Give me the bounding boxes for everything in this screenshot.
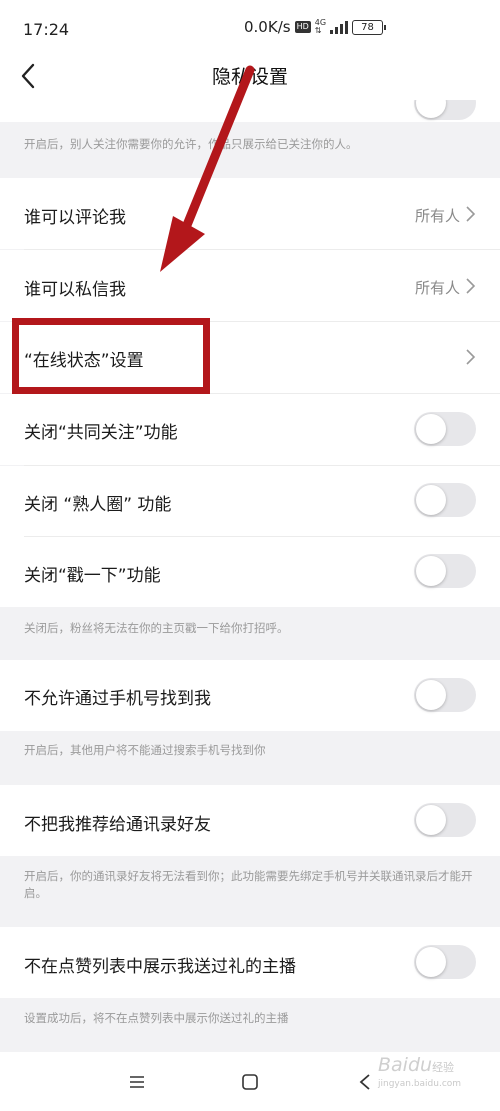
chevron-right-icon [466,206,476,222]
nav-bar: 隐私设置 [0,56,500,100]
menu-icon [130,1076,144,1088]
phone-search-note: 开启后，其他用户将不能通过搜索手机号找到你 [24,743,266,757]
page-title: 隐私设置 [211,66,288,88]
phone-search-toggle[interactable] [414,678,476,712]
acquaintance-circle-toggle[interactable] [414,483,476,517]
comment-permission-row[interactable]: 谁可以评论我 所有人 [0,178,500,249]
gift-display-note: 设置成功后，将不在点赞列表中展示你送过礼的主播 [24,1011,289,1025]
gift-display-row: 不在点赞列表中展示我送过礼的主播 [0,927,500,998]
signal-icon [330,20,349,34]
online-status-label: “在线状态”设置 [24,351,144,371]
toggle-knob [416,100,446,118]
back-triangle-icon [359,1074,370,1090]
network-speed: 0.0K/s [244,18,291,36]
acquaintance-circle-label: 关闭 “熟人圈” 功能 [24,495,172,515]
contacts-recommend-row: 不把我推荐给通讯录好友 [0,785,500,856]
poke-row: 关闭“戳一下”功能 [0,537,500,607]
message-permission-value: 所有人 [414,279,460,297]
status-time: 17:24 [23,20,70,39]
toggle-knob [416,556,446,586]
gift-display-toggle[interactable] [414,945,476,979]
hd-icon: HD [294,21,311,33]
mutual-follow-toggle[interactable] [414,412,476,446]
gift-display-label: 不在点赞列表中展示我送过礼的主播 [24,957,296,977]
toggle-knob [416,414,446,444]
message-permission-label: 谁可以私信我 [24,280,126,300]
contacts-recommend-toggle[interactable] [414,803,476,837]
message-permission-row[interactable]: 谁可以私信我 所有人 [0,250,500,321]
comment-permission-label: 谁可以评论我 [24,208,126,228]
contacts-recommend-label: 不把我推荐给通讯录好友 [24,815,211,835]
status-indicators: 0.0K/s HD 4G ⇅ 78 [244,18,387,36]
chevron-right-icon [466,349,476,365]
private-account-note: 开启后，别人关注你需要你的允许，作品只展示给已关注你的人。 [24,137,358,151]
toggle-knob [416,805,446,835]
home-button[interactable] [237,1070,263,1094]
menu-button[interactable] [124,1070,150,1094]
battery-icon: 78 [352,19,387,35]
system-back-button[interactable] [352,1070,378,1094]
toggle-knob [416,947,446,977]
home-square-icon [242,1074,258,1090]
chevron-right-icon [466,278,476,294]
system-navigation-bar [0,1052,500,1111]
poke-label: 关闭“戳一下”功能 [24,566,161,586]
partial-toggle-row [0,100,500,122]
toggle-knob [416,485,446,515]
network-type-icon: 4G ⇅ [314,18,327,35]
contacts-recommend-note: 开启后，你的通讯录好友将无法看到你；此功能需要先绑定手机号并关联通讯录后才能开启… [24,869,473,900]
status-bar: 17:24 0.0K/s HD 4G ⇅ 78 [0,0,500,56]
poke-note: 关闭后，粉丝将无法在你的主页戳一下给你打招呼。 [24,621,289,635]
comment-permission-value: 所有人 [414,207,460,225]
mutual-follow-row: 关闭“共同关注”功能 [0,394,500,465]
acquaintance-circle-row: 关闭 “熟人圈” 功能 [0,466,500,537]
poke-toggle[interactable] [414,554,476,588]
phone-search-row: 不允许通过手机号找到我 [0,660,500,731]
private-account-toggle[interactable] [414,100,476,120]
toggle-knob [416,680,446,710]
online-status-row[interactable]: “在线状态”设置 [0,322,500,393]
phone-search-label: 不允许通过手机号找到我 [24,689,211,709]
mutual-follow-label: 关闭“共同关注”功能 [24,423,178,443]
